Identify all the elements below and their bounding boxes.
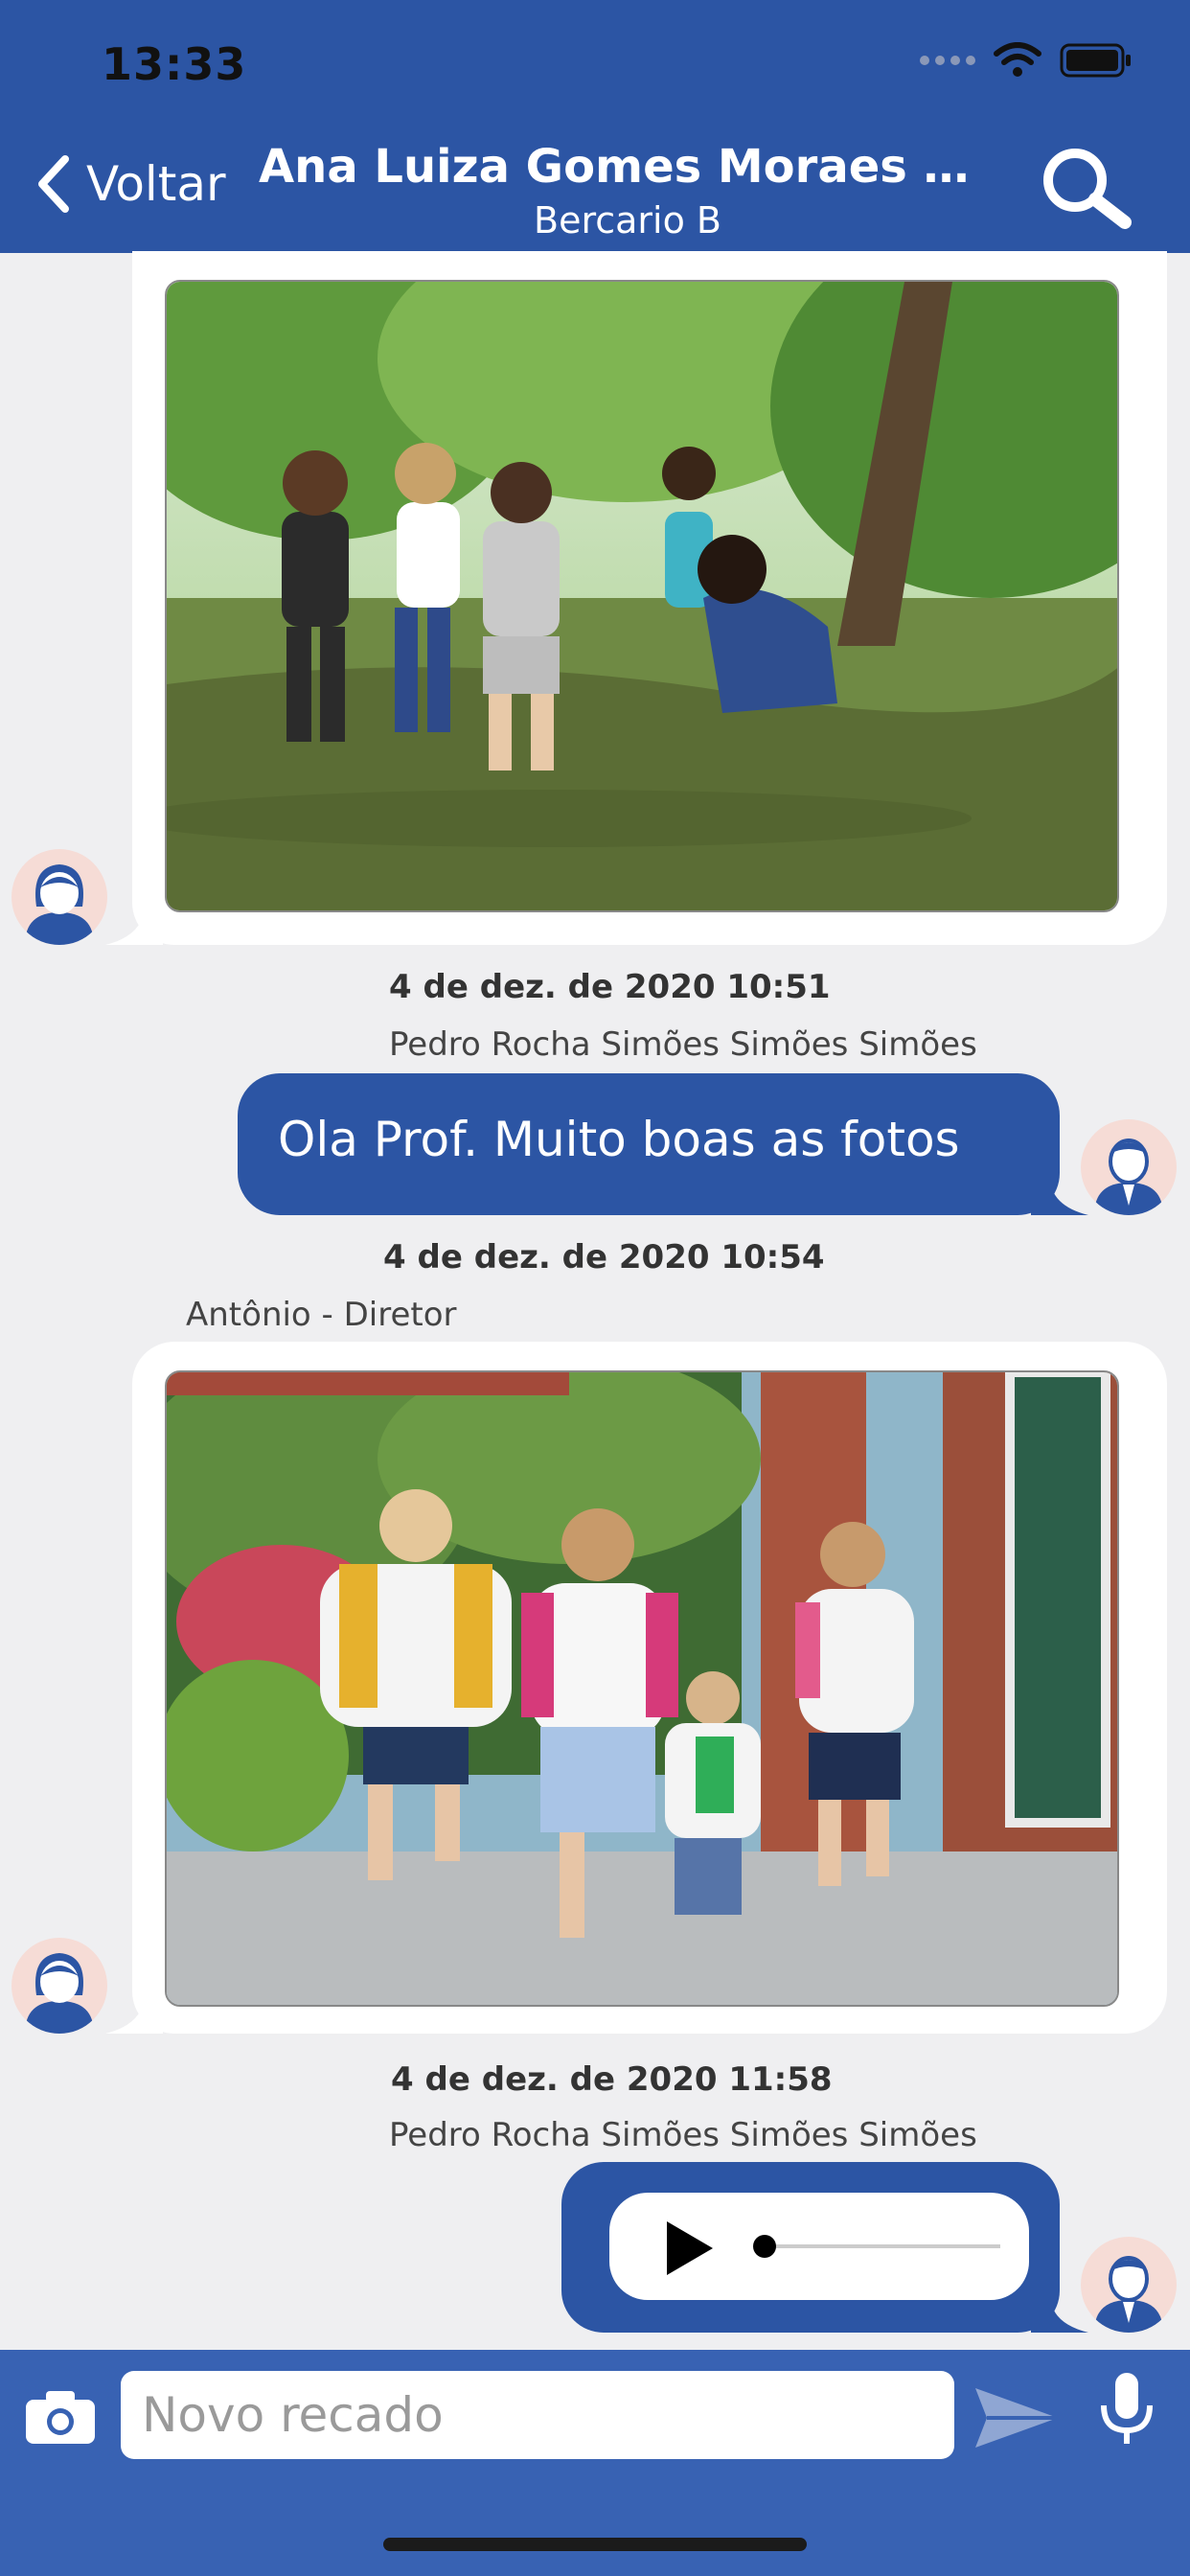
- camera-button[interactable]: [23, 2388, 98, 2451]
- send-icon: [975, 2388, 1058, 2448]
- back-label: Voltar: [86, 156, 226, 212]
- children-running-photo: [167, 1372, 1117, 2005]
- outgoing-text-message[interactable]: Ola Prof. Muito boas as fotos: [238, 1073, 1088, 1215]
- audio-progress-track[interactable]: [763, 2244, 1000, 2248]
- home-indicator: [383, 2538, 807, 2551]
- message-timestamp: 4 de dez. de 2020 10:54: [383, 1238, 825, 1276]
- message-input[interactable]: [121, 2371, 954, 2459]
- male-avatar-icon: [1081, 1119, 1177, 1215]
- back-button[interactable]: Voltar: [34, 153, 226, 215]
- send-button[interactable]: [972, 2384, 1062, 2455]
- bubble-tail: [1031, 2294, 1088, 2333]
- play-icon[interactable]: [663, 2220, 717, 2277]
- audio-progress-knob[interactable]: [753, 2235, 776, 2258]
- audio-player: [609, 2193, 1029, 2300]
- message-composer: [0, 2350, 1190, 2576]
- bubble-tail: [105, 907, 163, 945]
- message-sender: Pedro Rocha Simões Simões Simões: [389, 2116, 977, 2154]
- battery-icon: [1060, 43, 1131, 78]
- microphone-button[interactable]: [1096, 2371, 1157, 2451]
- bubble-tail: [1031, 1177, 1088, 1215]
- search-button[interactable]: [1037, 144, 1136, 234]
- outgoing-audio-message[interactable]: [561, 2162, 1088, 2333]
- female-avatar-icon: [11, 1938, 107, 2034]
- male-avatar-icon: [1081, 2237, 1177, 2333]
- message-photo[interactable]: [165, 280, 1119, 912]
- chat-title: Ana Luiza Gomes Moraes d...: [259, 140, 996, 194]
- incoming-image-message[interactable]: [105, 251, 1167, 945]
- signal-icon: [920, 56, 975, 65]
- message-timestamp: 4 de dez. de 2020 10:51: [389, 968, 831, 1006]
- camera-icon: [26, 2391, 95, 2444]
- message-photo[interactable]: [165, 1370, 1119, 2007]
- incoming-image-message[interactable]: [105, 1342, 1167, 2034]
- message-sender: Antônio - Diretor: [186, 1296, 457, 1334]
- top-header: 13:33 Voltar Ana Luiza Gomes Moraes d...…: [0, 0, 1190, 253]
- children-playing-photo: [167, 282, 1117, 910]
- status-time: 13:33: [102, 38, 247, 90]
- search-icon: [1043, 149, 1132, 229]
- message-timestamp: 4 de dez. de 2020 11:58: [391, 2060, 833, 2099]
- chat-subtitle: Bercario B: [534, 199, 721, 242]
- status-icons: [920, 42, 1133, 79]
- chat-title-block: Ana Luiza Gomes Moraes d... Bercario B: [259, 140, 996, 242]
- wifi-icon: [994, 42, 1041, 77]
- microphone-icon: [1101, 2373, 1153, 2444]
- female-avatar-icon: [11, 849, 107, 945]
- bubble-tail: [105, 1995, 163, 2034]
- message-sender: Pedro Rocha Simões Simões Simões: [389, 1025, 977, 1064]
- back-chevron-icon: [38, 155, 69, 213]
- message-text: Ola Prof. Muito boas as fotos: [278, 1112, 960, 1167]
